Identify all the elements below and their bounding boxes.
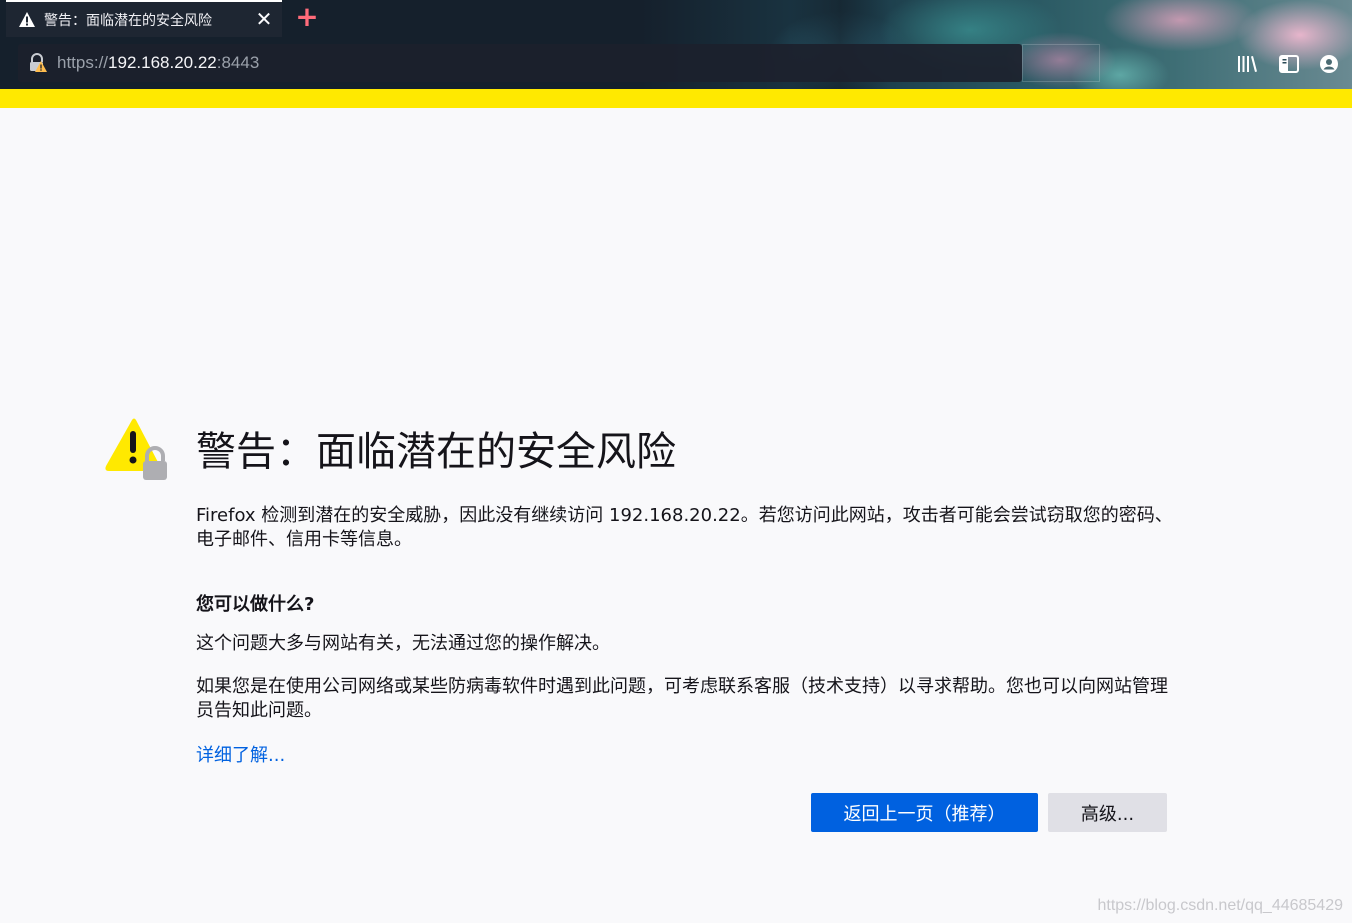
what-can-you-do-heading: 您可以做什么? [196,594,315,615]
page-title: 警告：面临潜在的安全风险 [196,429,676,475]
url-scheme: https:// [57,53,109,72]
tab-title: 警告：面临潜在的安全风险 [44,13,212,29]
explanation-text: 这个问题大多与网站有关，无法通过您的操作解决。 [196,633,610,654]
browser-toolbar: 警告：面临潜在的安全风险 ✕ + https://192.168.20.22:8… [0,0,1352,89]
warning-lock-icon [105,418,167,480]
page-actions-area [1022,44,1100,82]
error-description: Firefox 检测到潜在的安全威胁，因此没有继续访问 192.168.20.2… [196,505,1173,550]
warning-stripe [0,89,1352,108]
learn-more-link[interactable]: 详细了解... [196,741,285,767]
sidebar-icon[interactable] [1277,52,1301,76]
advanced-button[interactable]: 高级... [1048,793,1167,832]
insecure-lock-icon[interactable] [27,53,47,73]
tab-current[interactable]: 警告：面临潜在的安全风险 ✕ [6,0,282,37]
library-icon[interactable] [1235,52,1259,76]
url-text[interactable]: https://192.168.20.22:8443 [57,53,259,73]
url-bar[interactable]: https://192.168.20.22:8443 [18,44,1022,82]
url-port: :8443 [216,53,260,72]
go-back-button[interactable]: 返回上一页（推荐） [811,793,1038,832]
support-text: 如果您是在使用公司网络或某些防病毒软件时遇到此问题，可考虑联系客服（技术支持）以… [196,676,1168,721]
new-tab-button[interactable]: + [294,3,320,31]
close-tab-icon[interactable]: ✕ [254,9,274,29]
watermark: https://blog.csdn.net/qq_44685429 [1097,897,1343,914]
account-icon[interactable] [1317,52,1341,76]
warning-icon [19,12,35,27]
url-host: 192.168.20.22 [108,53,217,72]
